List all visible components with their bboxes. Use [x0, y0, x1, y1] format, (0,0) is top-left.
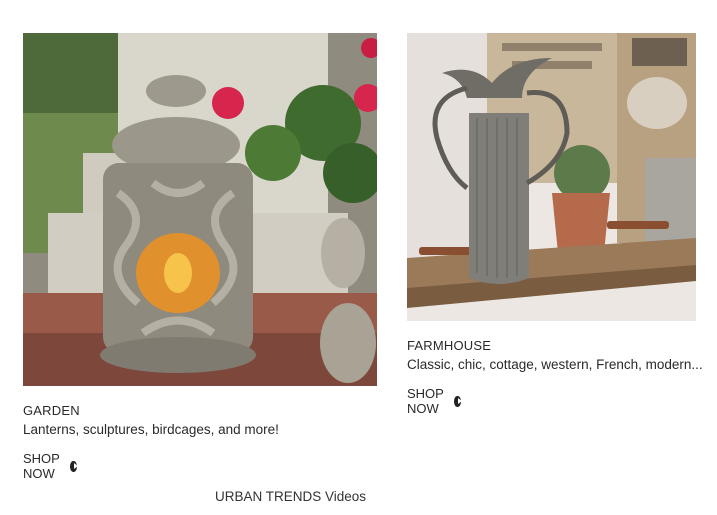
farmhouse-pitcher-illustration	[407, 33, 696, 321]
farmhouse-description: Classic, chic, cottage, western, French,…	[407, 357, 703, 372]
garden-title: GARDEN	[23, 403, 80, 418]
urban-trends-videos-link[interactable]: URBAN TRENDS Videos	[215, 489, 366, 504]
farmhouse-title: FARMHOUSE	[407, 338, 492, 353]
garden-shop-now-link[interactable]: SHOP NOW	[23, 451, 79, 481]
farmhouse-shop-now-label: SHOP NOW	[407, 386, 444, 416]
play-circle-icon	[70, 460, 79, 472]
farmhouse-shop-now-link[interactable]: SHOP NOW	[407, 386, 463, 416]
garden-shop-now-label: SHOP NOW	[23, 451, 60, 481]
garden-image[interactable]	[23, 33, 377, 386]
garden-lantern-illustration	[23, 33, 377, 386]
garden-description: Lanterns, sculptures, birdcages, and mor…	[23, 422, 279, 437]
farmhouse-image[interactable]	[407, 33, 696, 321]
play-circle-icon	[454, 395, 463, 407]
